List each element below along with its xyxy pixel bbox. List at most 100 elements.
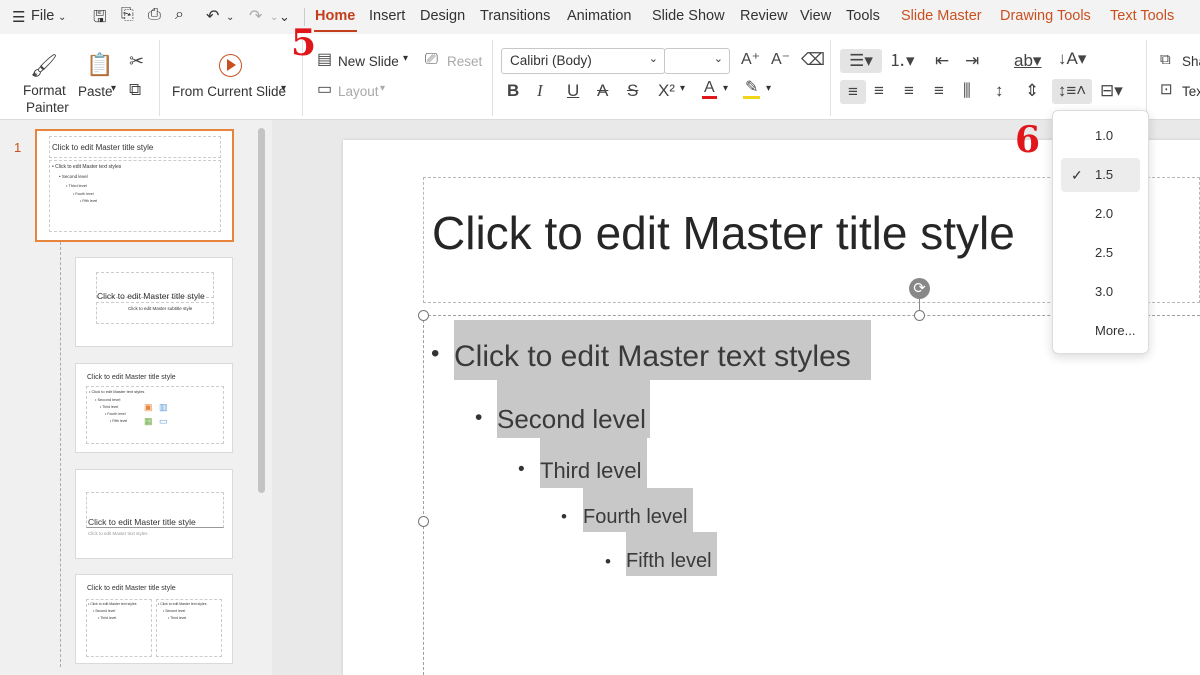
from-current-slide-button[interactable]: From Current Slide <box>172 84 286 99</box>
line-spacing-more[interactable]: More... <box>1061 314 1140 348</box>
share-icon[interactable]: ⎘ <box>121 6 134 24</box>
font-size-select[interactable]: ⌄ <box>664 48 730 74</box>
line-spacing-option-2-0[interactable]: 2.0 <box>1061 197 1140 231</box>
copy-icon[interactable]: ⧉ <box>129 81 141 98</box>
resize-handle[interactable] <box>418 516 429 527</box>
text-level-5[interactable]: Fifth level <box>626 532 717 576</box>
tab-tools[interactable]: Tools <box>846 8 880 24</box>
highlight-icon[interactable]: ✎ <box>743 80 761 99</box>
undo-dropdown-icon[interactable]: ⌄ <box>226 12 234 23</box>
undo-icon[interactable]: ↶ <box>206 6 219 26</box>
strikethrough-icon[interactable]: A <box>597 82 608 99</box>
reset-icon[interactable]: ⎚ <box>425 52 438 68</box>
paste-icon[interactable]: 📋 <box>86 54 113 76</box>
tab-design[interactable]: Design <box>420 8 465 24</box>
align-right-icon[interactable]: ≡ <box>904 82 914 99</box>
reset-button[interactable]: Reset <box>447 54 482 69</box>
textbox-icon[interactable]: ⊡ <box>1160 82 1173 97</box>
format-painter-label-1[interactable]: Format <box>23 83 66 98</box>
tab-slide-master[interactable]: Slide Master <box>901 8 982 24</box>
new-slide-button[interactable]: New Slide <box>338 54 399 69</box>
tab-drawing-tools[interactable]: Drawing Tools <box>1000 8 1091 24</box>
slide-title[interactable]: Click to edit Master title style <box>432 206 1015 260</box>
new-slide-icon[interactable]: ▤ <box>317 52 332 68</box>
clear-formatting-icon[interactable]: ⌫ <box>801 51 825 68</box>
more-commands-icon[interactable]: ⌄ <box>279 9 290 25</box>
paste-dropdown-icon[interactable]: ▾ <box>111 83 116 94</box>
tab-slide-show[interactable]: Slide Show <box>652 8 725 24</box>
decrease-indent-icon[interactable]: ⇤ <box>935 52 949 69</box>
decrease-font-size-icon[interactable]: A⁻ <box>771 52 790 68</box>
print-icon[interactable]: ⎙ <box>148 6 161 24</box>
shape-icon[interactable]: ⧉ <box>1160 52 1171 67</box>
bold-icon[interactable]: B <box>507 82 519 99</box>
layout-thumbnail-section[interactable]: Click to edit Master title style Click t… <box>75 469 233 559</box>
layout-icon[interactable]: ▭ <box>317 82 332 98</box>
text-level-3[interactable]: Third level <box>540 438 647 488</box>
paragraph-spacing-after-icon[interactable]: ⇕ <box>1025 82 1039 99</box>
superscript-dropdown-icon[interactable]: ▾ <box>680 83 685 94</box>
line-spacing-option-1-0[interactable]: 1.0 <box>1061 119 1140 153</box>
thumbnail-scrollbar[interactable] <box>258 128 265 493</box>
master-slide-thumbnail[interactable]: Click to edit Master title style • Click… <box>35 129 234 242</box>
highlight-dropdown-icon[interactable]: ▾ <box>766 83 771 94</box>
tab-review[interactable]: Review <box>740 8 788 24</box>
shape-button[interactable]: Sha <box>1182 54 1200 69</box>
format-painter-icon[interactable]: 🖌 <box>30 55 58 77</box>
align-left-icon[interactable]: ≡ <box>840 80 866 104</box>
file-menu[interactable]: File <box>31 8 54 24</box>
text-level-2[interactable]: Second level <box>497 380 650 438</box>
line-spacing-button[interactable]: ↕≡˄ <box>1052 79 1092 104</box>
sort-icon[interactable]: ↓A▾ <box>1058 50 1086 67</box>
layout-dropdown-icon[interactable]: ▾ <box>380 83 385 94</box>
layout-button[interactable]: Layout <box>338 84 379 99</box>
redo-dropdown-icon[interactable]: ⌄ <box>270 12 278 23</box>
rotate-icon[interactable]: ⟳ <box>909 278 930 299</box>
font-color-dropdown-icon[interactable]: ▾ <box>723 83 728 94</box>
new-slide-dropdown-icon[interactable]: ▾ <box>403 53 408 64</box>
hamburger-icon[interactable]: ☰ <box>12 8 25 26</box>
resize-handle[interactable] <box>914 310 925 321</box>
font-name-select[interactable]: Calibri (Body) ⌄ <box>501 48 665 74</box>
tab-animation[interactable]: Animation <box>567 8 631 24</box>
tab-home[interactable]: Home <box>315 8 355 24</box>
align-center-icon[interactable]: ≡ <box>874 82 884 99</box>
text-level-4[interactable]: Fourth level <box>583 488 693 532</box>
tab-text-tools[interactable]: Text Tools <box>1110 8 1174 24</box>
superscript-icon[interactable]: X² <box>658 82 675 99</box>
double-strikethrough-icon[interactable]: S <box>627 82 638 99</box>
text-level-1[interactable]: Click to edit Master text styles <box>454 320 871 380</box>
text-align-box-icon[interactable]: ⊟▾ <box>1100 82 1123 99</box>
justify-icon[interactable]: ≡ <box>934 82 944 99</box>
chevron-down-icon[interactable]: ⌄ <box>58 12 66 23</box>
paste-button[interactable]: Paste <box>78 84 113 99</box>
cut-icon[interactable]: ✂ <box>129 52 144 70</box>
save-icon[interactable]: 🖫 <box>93 6 107 33</box>
layout-thumbnail-content[interactable]: Click to edit Master title style • Click… <box>75 363 233 453</box>
layout-thumbnail-title[interactable]: Click to edit Master title style Click t… <box>75 257 233 347</box>
print-preview-icon[interactable]: ⌕ <box>175 6 184 24</box>
from-current-dropdown-icon[interactable]: ▾ <box>281 83 286 94</box>
tab-insert[interactable]: Insert <box>369 8 405 24</box>
bullets-icon[interactable]: ☰▾ <box>840 49 882 73</box>
line-spacing-option-3-0[interactable]: 3.0 <box>1061 275 1140 309</box>
increase-font-size-icon[interactable]: A⁺ <box>741 52 760 68</box>
format-painter-label-2[interactable]: Painter <box>26 100 69 115</box>
text-direction-icon[interactable]: ab▾ <box>1014 52 1041 69</box>
resize-handle[interactable] <box>418 310 429 321</box>
paragraph-spacing-before-icon[interactable]: ↕ <box>995 82 1004 99</box>
tab-transitions[interactable]: Transitions <box>480 8 550 24</box>
line-spacing-option-2-5[interactable]: 2.5 <box>1061 236 1140 270</box>
textbox-button[interactable]: Tex <box>1182 84 1200 99</box>
underline-icon[interactable]: U <box>567 82 579 99</box>
distributed-icon[interactable]: ⫼ <box>963 82 971 99</box>
redo-icon[interactable]: ↷ <box>249 6 262 26</box>
italic-icon[interactable]: I <box>537 82 543 99</box>
numbering-icon[interactable]: ⒈▾ <box>889 52 915 69</box>
layout-thumbnail-two-content[interactable]: Click to edit Master title style • Click… <box>75 574 233 664</box>
line-spacing-option-1-5[interactable]: ✓ 1.5 <box>1061 158 1140 192</box>
tab-view[interactable]: View <box>800 8 831 24</box>
font-color-icon[interactable]: A <box>702 80 717 99</box>
increase-indent-icon[interactable]: ⇥ <box>965 52 979 69</box>
play-icon[interactable] <box>219 54 242 77</box>
